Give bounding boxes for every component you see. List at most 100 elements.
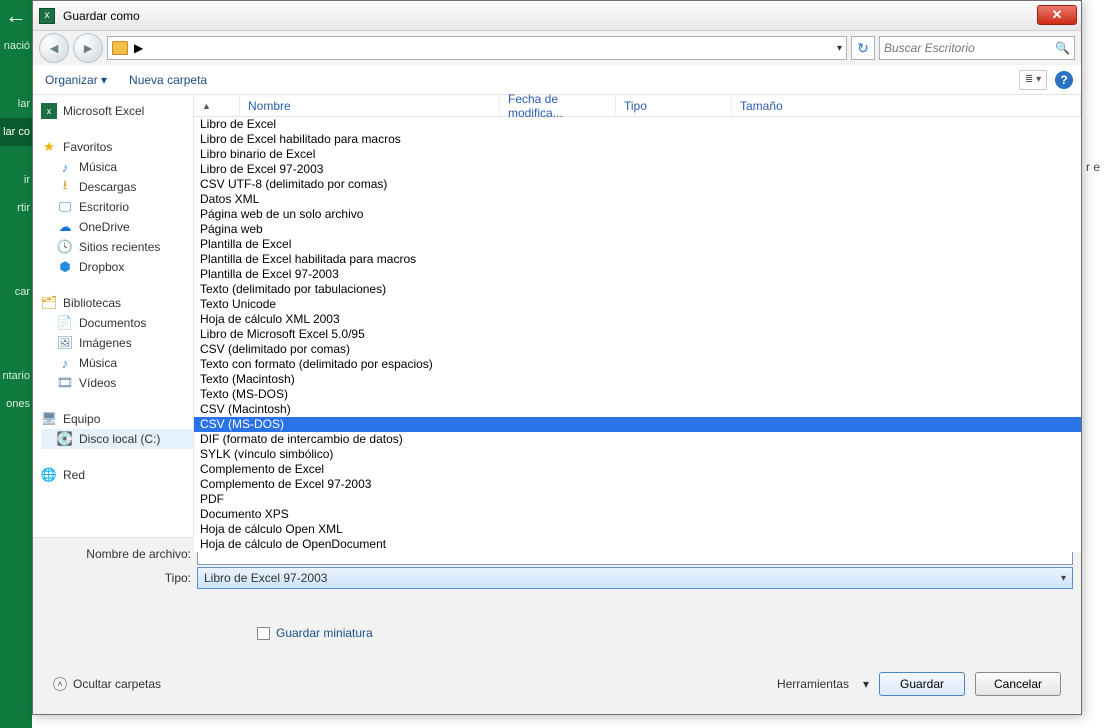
dropbox-icon: ⬢ (57, 259, 73, 275)
type-option[interactable]: Libro de Excel (194, 117, 1081, 132)
help-icon[interactable]: ? (1055, 71, 1073, 89)
sidebar-item-videos[interactable]: 🎞Vídeos (41, 373, 193, 393)
type-combobox[interactable]: Libro de Excel 97-2003 ▾ (197, 567, 1073, 589)
sidebar-item-documents[interactable]: 📄Documentos (41, 313, 193, 333)
type-option[interactable]: Texto Unicode (194, 297, 1081, 312)
sidebar-item-localdisk[interactable]: 💽Disco local (C:) (41, 429, 193, 449)
type-option[interactable]: Plantilla de Excel habilitada para macro… (194, 252, 1081, 267)
computer-icon: 🖥 (41, 411, 57, 427)
cancel-button[interactable]: Cancelar (975, 672, 1061, 696)
col-name[interactable]: Nombre (240, 95, 500, 116)
desktop-icon: 🖵 (57, 199, 73, 215)
sidebar-item-recent[interactable]: 🕓Sitios recientes (41, 237, 193, 257)
col-size[interactable]: Tamaño (732, 95, 1081, 116)
images-icon: 🖼 (57, 335, 73, 351)
type-option[interactable]: Libro de Excel habilitado para macros (194, 132, 1081, 147)
col-checkbox[interactable]: ▲ (194, 95, 240, 116)
dialog-footer: ˄ Ocultar carpetas Herramientas ▾ Guarda… (41, 666, 1073, 706)
save-button[interactable]: Guardar (879, 672, 965, 696)
type-option[interactable]: Datos XML (194, 192, 1081, 207)
ribbon-item[interactable]: car (0, 278, 32, 306)
new-folder-button[interactable]: Nueva carpeta (129, 73, 207, 87)
music-icon: ♪ (57, 355, 73, 371)
type-option[interactable]: Texto (delimitado por tabulaciones) (194, 282, 1081, 297)
type-option[interactable]: Libro de Microsoft Excel 5.0/95 (194, 327, 1081, 342)
network-icon: 🌐 (41, 467, 57, 483)
search-placeholder: Buscar Escritorio (884, 41, 1055, 55)
type-option[interactable]: Libro de Excel 97-2003 (194, 162, 1081, 177)
type-option[interactable]: Página web de un solo archivo (194, 207, 1081, 222)
address-dropdown-icon[interactable]: ▾ (837, 43, 842, 54)
nav-back-button[interactable]: ◄ (39, 33, 69, 63)
ribbon-item[interactable]: ones (0, 390, 32, 418)
ribbon-item[interactable]: ntario (0, 362, 32, 390)
sidebar-item-red[interactable]: 🌐Red (41, 465, 193, 485)
ribbon-item[interactable]: nació (0, 32, 32, 60)
type-option[interactable]: Plantilla de Excel 97-2003 (194, 267, 1081, 282)
type-option[interactable]: Complemento de Excel 97-2003 (194, 477, 1081, 492)
recent-icon: 🕓 (57, 239, 73, 255)
type-option[interactable]: Complemento de Excel (194, 462, 1081, 477)
col-type[interactable]: Tipo (616, 95, 732, 116)
sidebar-item-equipo[interactable]: 🖥Equipo (41, 409, 193, 429)
breadcrumb-separator: ▶ (134, 41, 143, 55)
refresh-button[interactable]: ↻ (851, 36, 875, 60)
ribbon-item[interactable]: lar (0, 90, 32, 118)
sidebar-item-excel[interactable]: xMicrosoft Excel (41, 101, 193, 121)
chevron-down-icon: ▾ (863, 677, 869, 691)
hide-folders-button[interactable]: ˄ Ocultar carpetas (53, 677, 161, 691)
sidebar-item-music[interactable]: ♪Música (41, 157, 193, 177)
type-value: Libro de Excel 97-2003 (204, 571, 327, 585)
type-option[interactable]: Hoja de cálculo de OpenDocument (194, 537, 1081, 552)
ribbon-item[interactable]: rtir (0, 194, 32, 222)
view-options-button[interactable]: ≣ ▾ (1019, 70, 1047, 90)
tools-menu[interactable]: Herramientas ▾ (777, 677, 869, 691)
type-option[interactable]: Texto (Macintosh) (194, 372, 1081, 387)
type-option[interactable]: CSV (MS-DOS) (194, 417, 1081, 432)
type-option[interactable]: Plantilla de Excel (194, 237, 1081, 252)
address-bar[interactable]: ▶ ▾ (107, 36, 847, 60)
sidebar-item-favorites[interactable]: ★Favoritos (41, 137, 193, 157)
thumbnail-checkbox[interactable] (257, 627, 270, 640)
sidebar-item-onedrive[interactable]: ☁OneDrive (41, 217, 193, 237)
type-option[interactable]: Texto con formato (delimitado por espaci… (194, 357, 1081, 372)
type-option[interactable]: Documento XPS (194, 507, 1081, 522)
type-option[interactable]: Texto (MS-DOS) (194, 387, 1081, 402)
search-icon: 🔍 (1055, 41, 1070, 55)
type-option[interactable]: SYLK (vínculo simbólico) (194, 447, 1081, 462)
type-option[interactable]: CSV UTF-8 (delimitado por comas) (194, 177, 1081, 192)
col-date[interactable]: Fecha de modifica... (500, 95, 616, 116)
column-headers: ▲ Nombre Fecha de modifica... Tipo Tamañ… (194, 95, 1081, 117)
type-option[interactable]: CSV (delimitado por comas) (194, 342, 1081, 357)
sidebar-item-downloads[interactable]: ⭳Descargas (41, 177, 193, 197)
excel-icon: x (41, 103, 57, 119)
type-option[interactable]: Libro binario de Excel (194, 147, 1081, 162)
sidebar-item-desktop[interactable]: 🖵Escritorio (41, 197, 193, 217)
thumbnail-label: Guardar miniatura (276, 626, 373, 640)
titlebar: Guardar como ✕ (33, 1, 1081, 31)
nav-sidebar: xMicrosoft Excel ★Favoritos ♪Música ⭳Des… (33, 95, 193, 537)
chevron-down-icon: ▾ (1061, 573, 1066, 584)
sidebar-item-dropbox[interactable]: ⬢Dropbox (41, 257, 193, 277)
sidebar-item-music2[interactable]: ♪Música (41, 353, 193, 373)
sidebar-item-libraries[interactable]: 🗂Bibliotecas (41, 293, 193, 313)
back-arrow-icon[interactable]: ← (0, 0, 32, 32)
ribbon-item[interactable]: lar co (0, 118, 32, 146)
organize-menu[interactable]: Organizar ▾ (45, 73, 107, 87)
type-option[interactable]: CSV (Macintosh) (194, 402, 1081, 417)
nav-row: ◄ ► ▶ ▾ ↻ Buscar Escritorio 🔍 (33, 31, 1081, 65)
backstage-ribbon: ← nació lar lar co ir rtir car ntario on… (0, 0, 32, 728)
type-option[interactable]: Hoja de cálculo Open XML (194, 522, 1081, 537)
documents-icon: 📄 (57, 315, 73, 331)
close-button[interactable]: ✕ (1037, 5, 1077, 25)
excel-app-icon (39, 8, 55, 24)
type-option[interactable]: Hoja de cálculo XML 2003 (194, 312, 1081, 327)
ribbon-item[interactable]: ir (0, 166, 32, 194)
type-option[interactable]: PDF (194, 492, 1081, 507)
search-input[interactable]: Buscar Escritorio 🔍 (879, 36, 1075, 60)
type-dropdown-list[interactable]: Libro de ExcelLibro de Excel habilitado … (194, 117, 1081, 552)
type-option[interactable]: DIF (formato de intercambio de datos) (194, 432, 1081, 447)
nav-forward-button[interactable]: ► (73, 33, 103, 63)
sidebar-item-images[interactable]: 🖼Imágenes (41, 333, 193, 353)
type-option[interactable]: Página web (194, 222, 1081, 237)
